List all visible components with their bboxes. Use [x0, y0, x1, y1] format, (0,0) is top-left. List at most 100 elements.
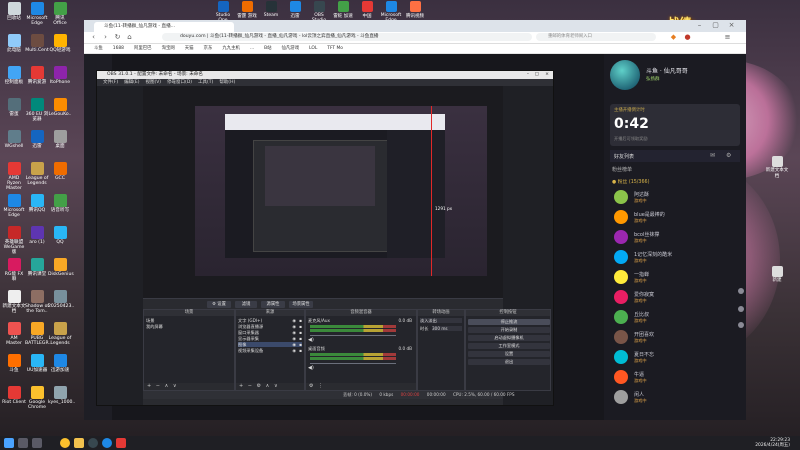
down-icon[interactable]: ∨ [274, 383, 278, 389]
fan-item[interactable]: 牛逼 游戏中 [614, 370, 734, 388]
speaker-icon[interactable]: ◀) [308, 365, 314, 371]
menu-item[interactable]: 工具(T) [198, 80, 213, 85]
source-item[interactable]: 浏览器直播源 ◉ ▪ [238, 324, 302, 329]
source-props-button[interactable]: 源属性 [261, 301, 285, 308]
desktop-icon[interactable]: Multi.Cent [25, 34, 49, 53]
side-circle-button[interactable] [738, 306, 744, 312]
gear-icon[interactable]: ⚙ [257, 383, 261, 389]
desktop-icon[interactable]: 英雄联盟 WeGame版 [2, 226, 26, 255]
eye-icon[interactable]: ◉ [292, 318, 296, 323]
desktop-icon[interactable]: 桌面 [48, 130, 72, 149]
desktop-icon[interactable]: kyes_1000.. [48, 386, 75, 405]
bookmark-item[interactable]: 九九主机 [222, 44, 240, 53]
minimize-icon[interactable]: – [696, 22, 703, 29]
control-button[interactable]: 启动虚拟摄像机 [468, 335, 550, 341]
desktop-icon[interactable]: 雷霆 游戏 [236, 1, 258, 19]
bookmark-item[interactable]: TFT Mo [327, 44, 343, 53]
control-button[interactable]: 停止推流 [468, 319, 550, 325]
add-icon[interactable]: + [147, 383, 151, 389]
desktop-icon[interactable]: 腾讯爱游 [25, 66, 49, 85]
search-icon[interactable] [18, 438, 28, 448]
remove-icon[interactable]: − [248, 383, 252, 389]
address-bar[interactable]: douyu.com | 斗鱼(11-转播群_仙凡游戏 - 直播_仙凡游戏 - l… [162, 33, 532, 41]
fan-item[interactable]: 开团喜欢 游戏中 [614, 330, 734, 348]
desktop-icon[interactable]: League of Legends [25, 162, 49, 186]
browser-tab[interactable]: 斗鱼(11-转播群_仙凡游戏 - 直播... [94, 22, 234, 32]
down-icon[interactable]: ∨ [173, 383, 177, 389]
desktop-icon[interactable]: 腾讯课堂 [25, 258, 49, 277]
more-icon[interactable]: ⋮ [318, 383, 323, 389]
desktop-icon[interactable]: Riot Client [2, 386, 26, 405]
bookmark-item[interactable]: 1688 [113, 44, 124, 53]
lock-icon[interactable]: ▪ [299, 318, 302, 323]
source-item[interactable]: 视频采集设备 ◉ ▪ [238, 348, 302, 353]
eye-icon[interactable]: ◉ [292, 342, 296, 347]
desktop-icon[interactable]: 雷蛇 加速 [332, 1, 354, 19]
desktop-icon[interactable]: DiskGenius [48, 258, 74, 277]
desktop-icon[interactable]: AMD Ryzen Master [2, 162, 26, 191]
settings-button[interactable]: ⚙ 设置 [207, 301, 231, 308]
volume-slider[interactable] [310, 335, 396, 336]
filter-button[interactable]: 滤镜 [235, 301, 257, 308]
desktop-icon[interactable]: PUBG BATTLEGR.. [25, 322, 51, 346]
desktop-icon[interactable]: QQ [48, 226, 72, 245]
maximize-icon[interactable]: ▢ [535, 71, 539, 79]
eye-icon[interactable]: ◉ [292, 336, 296, 341]
fan-item[interactable]: 阿达酥 游戏中 [614, 190, 734, 208]
desktop-icon[interactable]: Microsoft Edge [2, 194, 26, 218]
desktop-icon[interactable]: 腾讯视频 [404, 1, 426, 19]
bookmark-item[interactable]: 阿里巴巴 [134, 44, 152, 53]
chrome-icon[interactable] [60, 438, 70, 448]
desktop-icon[interactable]: Google Chrome [25, 386, 49, 410]
desktop-icon[interactable]: 迅雷 [25, 130, 49, 149]
bookmark-item[interactable]: 天猫 [185, 44, 194, 53]
browser-icon[interactable] [102, 438, 112, 448]
desktop-icon[interactable]: aro (1) [25, 226, 49, 245]
desktop-icon[interactable]: UU加速器 [25, 354, 49, 373]
source-item[interactable]: 图像 ◉ ▪ [238, 342, 302, 347]
desktop-icon[interactable]: 腾讯QQ [25, 194, 49, 213]
fans-title[interactable]: 好友列表 [614, 153, 634, 160]
menu-item[interactable]: 编辑(E) [124, 80, 139, 85]
speaker-icon[interactable]: ◀) [308, 337, 314, 343]
desktop-icon[interactable]: 控制面板 [2, 66, 26, 85]
transition-select[interactable]: 淡入淡出 [420, 318, 462, 323]
back-icon[interactable]: ‹ [90, 34, 97, 41]
scene-item[interactable]: 我的屏幕 [146, 324, 232, 329]
desktop-icon[interactable]: ItoPhone [48, 66, 72, 85]
transition-duration[interactable]: 300 ms [432, 326, 462, 331]
control-button[interactable]: 工作室模式 [468, 343, 550, 349]
scene-item[interactable]: 场景 [146, 318, 232, 323]
control-button[interactable]: 设置 [468, 351, 550, 357]
lock-icon[interactable]: ▪ [299, 324, 302, 329]
control-button[interactable]: 开始录制 [468, 327, 550, 333]
scene-props-button[interactable]: 场景属性 [289, 301, 313, 308]
desktop-icon[interactable]: 语音听写 [48, 194, 72, 213]
fan-item[interactable]: 1记忆深刻的酷米 游戏中 [614, 250, 734, 268]
up-icon[interactable]: ∧ [266, 383, 270, 389]
obs-preview[interactable]: 1291 px [143, 86, 503, 298]
close-icon[interactable]: × [545, 71, 549, 79]
desktop-icon[interactable]: 20250423.. [48, 290, 74, 309]
desktop-icon[interactable]: 新建 [764, 266, 790, 283]
desktop-icon[interactable]: QQ轻游戏 [48, 34, 72, 53]
menu-icon[interactable]: ≡ [724, 34, 731, 41]
desktop-icon[interactable]: 新建文本文档 [764, 156, 790, 179]
obs-icon[interactable] [88, 438, 98, 448]
remove-icon[interactable]: − [156, 383, 160, 389]
volume-slider[interactable] [310, 363, 396, 364]
maximize-icon[interactable]: ▢ [712, 22, 719, 29]
lock-icon[interactable]: ▪ [299, 336, 302, 341]
desktop-icon[interactable]: Steam [260, 1, 282, 18]
message-icon[interactable]: ✉ [710, 152, 715, 159]
fan-item[interactable]: 丘比叔 游戏中 [614, 310, 734, 328]
eye-icon[interactable]: ◉ [292, 330, 296, 335]
home-icon[interactable]: ⌂ [126, 34, 133, 41]
menu-item[interactable]: 视图(V) [145, 80, 161, 85]
fan-item[interactable]: bcol丝袜撑 游戏中 [614, 230, 734, 248]
desktop-icon[interactable]: GCC [48, 162, 72, 181]
menu-item[interactable]: 停靠窗口(D) [167, 80, 192, 85]
extension-icon[interactable]: ● [684, 34, 691, 41]
lock-icon[interactable]: ▪ [299, 342, 302, 347]
close-icon[interactable]: × [728, 22, 735, 29]
